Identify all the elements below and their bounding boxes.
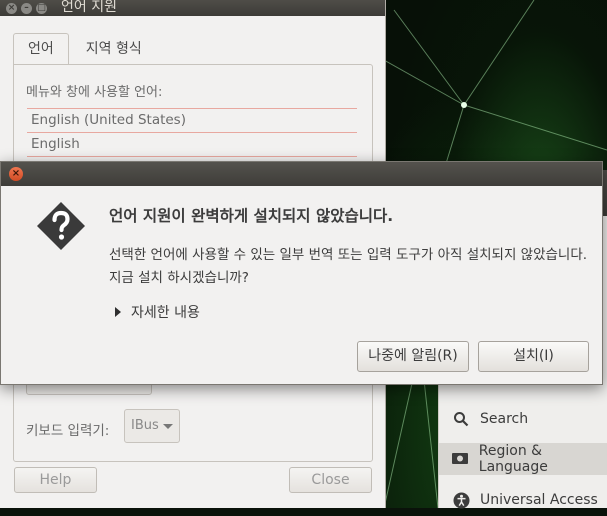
flag-icon [450,452,471,466]
settings-item-search[interactable]: Search [439,403,607,435]
incomplete-language-dialog: × 언어 지원이 완벽하게 설치되지 않았습니다. 선택한 언어에 사용할 수 … [0,161,603,385]
keyboard-input-select[interactable]: IBus [124,409,180,443]
help-button[interactable]: Help [14,467,97,493]
details-label: 자세한 내용 [131,305,200,321]
remind-later-button[interactable]: 나중에 알림(R) [357,341,469,372]
list-item[interactable]: English [27,132,357,157]
tab-regional-formats[interactable]: 지역 형식 [71,33,157,64]
list-item[interactable]: English (United States) [27,108,357,132]
triangle-right-icon [115,307,121,317]
chevron-down-icon [163,424,173,429]
tab-bar: 언어 지역 형식 [13,33,159,65]
accessibility-icon [450,492,472,509]
settings-item-label: Universal Access [480,492,598,508]
minimize-icon[interactable]: – [21,2,32,14]
tab-language[interactable]: 언어 [13,33,69,65]
window-title: 언어 지원 [61,0,117,15]
dialog-titlebar: × [1,162,602,186]
dialog-message: 선택한 언어에 사용할 수 있는 일부 번역 또는 입력 도구가 아직 설치되지… [109,247,588,286]
settings-item-universal-access[interactable]: Universal Access [439,484,607,516]
question-icon [35,200,87,256]
window-titlebar: × – □ 언어 지원 [0,0,385,16]
language-list-label: 메뉴와 창에 사용할 언어: [26,85,163,100]
close-icon[interactable]: × [6,2,17,14]
keyboard-input-label: 키보드 입력기: [26,423,110,439]
close-button[interactable]: Close [289,467,372,493]
details-expander[interactable]: 자세한 내용 [115,302,200,322]
close-icon[interactable]: × [9,167,23,181]
keyboard-input-value: IBus [131,418,159,433]
search-icon [450,411,472,427]
language-list: English (United States) English [27,108,357,157]
maximize-icon[interactable]: □ [36,2,47,14]
dialog-heading: 언어 지원이 완벽하게 설치되지 않았습니다. [109,207,394,225]
install-button[interactable]: 설치(I) [478,341,589,372]
settings-item-region-language[interactable]: Region & Language [439,443,607,475]
settings-item-label: Region & Language [478,443,548,475]
settings-item-label: Search [480,411,529,427]
